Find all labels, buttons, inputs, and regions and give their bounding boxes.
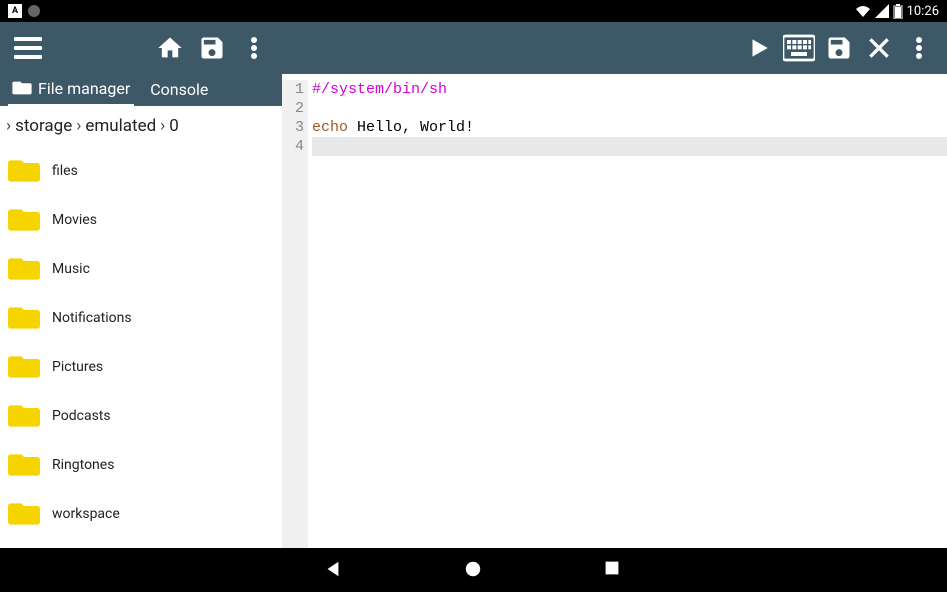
tabs: File manager Console — [0, 74, 282, 106]
file-name: Ringtones — [52, 457, 114, 473]
file-name: Music — [52, 261, 90, 277]
more-options-button[interactable] — [236, 30, 272, 66]
code-line[interactable] — [312, 99, 947, 118]
code-line[interactable]: #/system/bin/sh — [312, 80, 947, 99]
navigation-bar — [0, 548, 947, 592]
file-item[interactable]: Pictures — [0, 342, 282, 391]
editor-toolbar — [282, 22, 947, 74]
menu-button[interactable] — [10, 33, 46, 63]
right-panel: 1234 #/system/bin/sh echo Hello, World! — [282, 22, 947, 548]
folder-icon — [8, 500, 40, 528]
file-item[interactable]: Music — [0, 244, 282, 293]
file-item[interactable]: workspace — [0, 489, 282, 538]
tab-file-manager[interactable]: File manager — [8, 75, 134, 106]
keyboard-indicator-icon: A — [8, 4, 22, 18]
back-button[interactable] — [324, 560, 344, 580]
breadcrumb-segment[interactable]: storage — [15, 116, 72, 136]
recent-apps-button[interactable] — [604, 560, 624, 580]
folder-icon — [8, 304, 40, 332]
line-gutter: 1234 — [282, 80, 308, 548]
more-options-button[interactable] — [901, 30, 937, 66]
status-bar: A 10:26 — [0, 0, 947, 22]
folder-icon — [8, 402, 40, 430]
folder-icon — [8, 255, 40, 283]
line-number: 3 — [282, 118, 304, 137]
clock: 10:26 — [907, 4, 939, 19]
tab-console[interactable]: Console — [146, 76, 212, 105]
line-number: 2 — [282, 99, 304, 118]
loading-indicator-icon — [28, 5, 40, 17]
breadcrumb[interactable]: › storage › emulated › 0 — [0, 106, 282, 146]
folder-icon — [8, 353, 40, 381]
breadcrumb-separator: › — [76, 116, 81, 136]
code-line[interactable]: echo Hello, World! — [312, 118, 947, 137]
home-button[interactable] — [152, 30, 188, 66]
file-name: Movies — [52, 212, 97, 228]
tab-label: File manager — [38, 79, 130, 98]
file-item[interactable]: Podcasts — [0, 391, 282, 440]
save-button[interactable] — [821, 30, 857, 66]
file-name: Pictures — [52, 359, 103, 375]
file-item[interactable]: Ringtones — [0, 440, 282, 489]
left-toolbar — [0, 22, 282, 74]
file-list: files Movies Music Notifications Picture… — [0, 146, 282, 548]
wifi-icon — [855, 4, 871, 18]
run-button[interactable] — [741, 30, 777, 66]
file-item[interactable]: Notifications — [0, 293, 282, 342]
tab-label: Console — [150, 80, 208, 99]
folder-icon — [12, 80, 32, 96]
left-panel: File manager Console › storage › emulate… — [0, 22, 282, 548]
breadcrumb-segment[interactable]: emulated — [85, 116, 156, 136]
file-item[interactable]: Movies — [0, 195, 282, 244]
folder-icon — [8, 451, 40, 479]
signal-icon — [875, 4, 889, 18]
file-name: files — [52, 163, 78, 179]
file-name: workspace — [52, 506, 120, 522]
code-editor[interactable]: 1234 #/system/bin/sh echo Hello, World! — [282, 74, 947, 548]
file-item[interactable]: files — [0, 146, 282, 195]
file-name: Podcasts — [52, 408, 111, 424]
keyboard-button[interactable] — [781, 30, 817, 66]
line-number: 1 — [282, 80, 304, 99]
battery-icon — [893, 4, 903, 19]
breadcrumb-separator: › — [160, 116, 165, 136]
home-button[interactable] — [464, 560, 484, 580]
code-area[interactable]: #/system/bin/sh echo Hello, World! — [308, 80, 947, 548]
line-number: 4 — [282, 137, 304, 156]
breadcrumb-segment[interactable]: 0 — [169, 116, 179, 136]
file-name: Notifications — [52, 310, 132, 326]
close-button[interactable] — [861, 30, 897, 66]
folder-icon — [8, 206, 40, 234]
save-button[interactable] — [194, 30, 230, 66]
code-line[interactable] — [312, 137, 947, 156]
breadcrumb-separator: › — [6, 116, 11, 136]
folder-icon — [8, 157, 40, 185]
